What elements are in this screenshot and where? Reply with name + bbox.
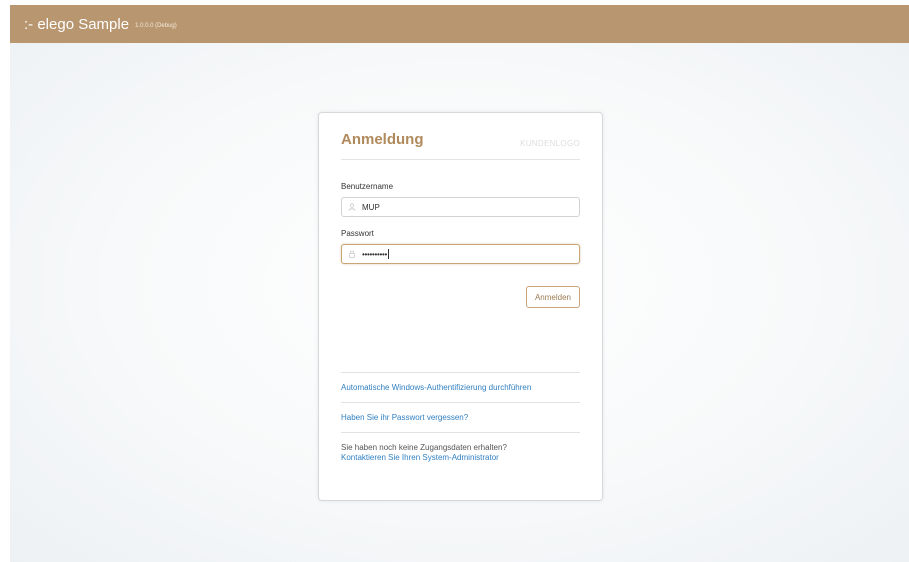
windows-auth-row: Automatische Windows-Authentifizierung d…	[341, 373, 580, 402]
login-button[interactable]: Anmelden	[525, 286, 580, 308]
password-label: Passwort	[341, 229, 374, 238]
forgot-password-link[interactable]: Haben Sie ihr Passwort vergessen?	[341, 413, 468, 422]
login-card-header: Anmeldung KUNDENLOGO	[341, 113, 580, 160]
contact-admin-link[interactable]: Kontaktieren Sie Ihren System-Administra…	[341, 453, 580, 463]
login-links: Automatische Windows-Authentifizierung d…	[341, 372, 580, 473]
user-icon	[348, 203, 356, 211]
app-title: :- elego Sample	[24, 15, 130, 33]
title-bar: :- elego Sample 1.0.0.0 (Debug)	[10, 5, 909, 43]
app-window: :- elego Sample 1.0.0.0 (Debug) Anmeldun…	[10, 5, 909, 562]
username-label: Benutzername	[341, 182, 394, 191]
no-credentials-row: Sie haben noch keine Zugangsdaten erhalt…	[341, 433, 580, 473]
login-title: Anmeldung	[341, 131, 424, 148]
lock-icon	[348, 250, 356, 258]
forgot-password-row: Haben Sie ihr Passwort vergessen?	[341, 403, 580, 432]
username-input[interactable]: MUP	[341, 197, 580, 217]
text-caret	[388, 249, 390, 259]
login-card: Anmeldung KUNDENLOGO Benutzername MUP Pa…	[318, 112, 603, 501]
password-value: ••••••••••	[362, 249, 388, 259]
password-input[interactable]: ••••••••••	[341, 244, 580, 264]
button-row: Anmelden	[341, 286, 580, 308]
windows-auth-link[interactable]: Automatische Windows-Authentifizierung d…	[341, 383, 531, 392]
app-version: 1.0.0.0 (Debug)	[135, 23, 177, 29]
customer-logo: KUNDENLOGO	[520, 139, 580, 148]
username-value: MUP	[362, 202, 380, 212]
no-credentials-text: Sie haben noch keine Zugangsdaten erhalt…	[341, 443, 507, 452]
